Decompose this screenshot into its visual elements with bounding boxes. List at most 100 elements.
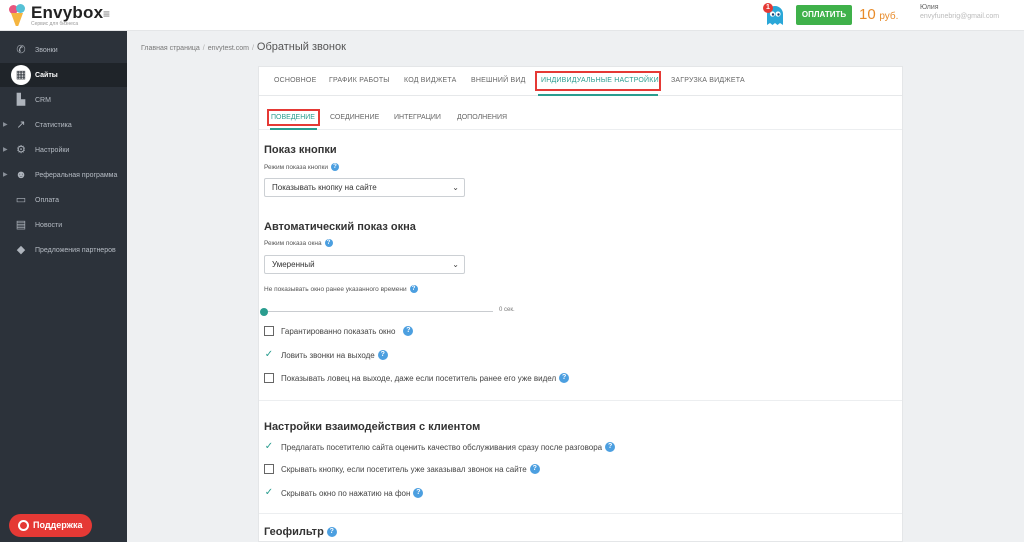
envybox-logo[interactable]: Envybox Сервис для бизнеса xyxy=(8,3,103,27)
expand-caret-icon: ▶ xyxy=(3,122,8,128)
option-catch-exit-calls[interactable]: ✓ Ловить звонки на выходе ? xyxy=(264,349,388,361)
sidebar-item-settings[interactable]: ▶ ⚙ Настройки xyxy=(0,138,127,162)
sidebar-item-label: Сайты xyxy=(35,71,58,79)
checkbox-unchecked[interactable] xyxy=(264,464,274,474)
chevron-down-icon: ⌄ xyxy=(452,260,459,269)
subtab-integrations[interactable]: ИНТЕГРАЦИИ xyxy=(394,114,441,121)
button-mode-select[interactable]: Показывать кнопку на сайте ⌄ xyxy=(264,178,465,197)
user-name: Юлия xyxy=(920,4,939,11)
pay-button[interactable]: ОПЛАТИТЬ xyxy=(796,5,852,25)
sidebar-item-calls[interactable]: ✆ Звонки xyxy=(0,38,127,62)
help-icon[interactable]: ? xyxy=(377,350,388,360)
sidebar-item-referral[interactable]: ▶ ☻ Реферальная программа xyxy=(0,163,127,187)
sidebar-item-crm[interactable]: ▙ CRM xyxy=(0,88,127,112)
help-icon[interactable]: ? xyxy=(409,285,418,293)
sidebar-item-payment[interactable]: ▭ Оплата xyxy=(0,188,127,212)
help-icon[interactable]: ? xyxy=(326,527,337,537)
section-divider xyxy=(259,400,902,401)
sidebar-item-label: Настройки xyxy=(35,146,70,154)
option-label: Скрывать окно по нажатию на фон xyxy=(281,488,411,498)
option-label: Показывать ловец на выходе, даже если по… xyxy=(281,373,557,383)
subtab-connection[interactable]: СОЕДИНЕНИЕ xyxy=(330,114,379,121)
help-icon[interactable]: ? xyxy=(529,464,540,474)
help-icon[interactable]: ? xyxy=(413,488,424,498)
tab-schedule[interactable]: ГРАФИК РАБОТЫ xyxy=(329,77,390,84)
sidebar-item-sites[interactable]: ▦ Сайты xyxy=(0,63,127,87)
help-icon[interactable]: ? xyxy=(605,442,616,452)
sidebar-item-label: Новости xyxy=(35,221,63,229)
help-icon[interactable]: ? xyxy=(559,373,570,383)
help-icon[interactable]: ? xyxy=(330,163,339,171)
option-hide-button-if-ordered[interactable]: Скрывать кнопку, если посетитель уже зак… xyxy=(264,463,540,475)
hamburger-menu-icon[interactable]: ≡ xyxy=(103,8,110,20)
option-guaranteed-show[interactable]: Гарантированно показать окно ? xyxy=(264,325,414,337)
tag-icon: ◆ xyxy=(16,244,26,256)
support-label: Поддержка xyxy=(33,520,83,530)
balance-amount: 10 xyxy=(859,6,876,23)
breadcrumb-site[interactable]: envytest.com xyxy=(208,45,249,52)
tab-main[interactable]: ОСНОВНОЕ xyxy=(274,77,316,84)
help-icon[interactable]: ? xyxy=(324,239,333,247)
gear-icon: ⚙ xyxy=(16,144,26,156)
lifebuoy-icon xyxy=(18,520,29,531)
checkmark-icon[interactable]: ✓ xyxy=(264,488,274,498)
option-label: Ловить звонки на выходе xyxy=(281,350,375,360)
card-icon: ▭ xyxy=(15,194,27,206)
ice-cream-logo-icon xyxy=(8,3,26,27)
active-subtab-indicator xyxy=(270,128,317,130)
section-title-auto-show: Автоматический показ окна xyxy=(264,221,416,233)
notification-badge: 1 xyxy=(763,3,773,13)
page-title: Обратный звонок xyxy=(256,41,346,53)
section-title-client-interaction: Настройки взаимодействия с клиентом xyxy=(264,421,481,433)
top-bar: Envybox Сервис для бизнеса ≡ 1 ОПЛАТИТЬ … xyxy=(0,0,1024,31)
button-mode-select-value: Показывать кнопку на сайте xyxy=(272,183,377,192)
tab-widget-code[interactable]: КОД ВИДЖЕТА xyxy=(404,77,456,84)
tab-widget-loading[interactable]: ЗАГРУЗКА ВИДЖЕТА xyxy=(671,77,745,84)
breadcrumb-home[interactable]: Главная страница xyxy=(141,45,200,52)
logo-tagline: Сервис для бизнеса xyxy=(31,20,79,27)
option-hide-window-on-background[interactable]: ✓ Скрывать окно по нажатию на фон ? xyxy=(264,487,424,499)
sidebar-item-partner-offers[interactable]: ◆ Предложения партнеров xyxy=(0,238,127,262)
sidebar-item-label: Предложения партнеров xyxy=(35,246,116,254)
main-tabs: ОСНОВНОЕ ГРАФИК РАБОТЫ КОД ВИДЖЕТА ВНЕШН… xyxy=(259,67,902,96)
window-mode-select[interactable]: Умеренный ⌄ xyxy=(264,255,465,274)
checkmark-icon[interactable]: ✓ xyxy=(264,442,274,452)
grid-icon: ▦ xyxy=(11,65,31,85)
option-rate-service[interactable]: ✓ Предлагать посетителю сайта оценить ка… xyxy=(264,441,616,453)
section-title-geofilter: Геофильтр ? xyxy=(264,526,337,538)
expand-caret-icon: ▶ xyxy=(3,172,8,178)
sidebar-item-label: Статистика xyxy=(35,121,72,129)
trend-icon: ↗ xyxy=(16,119,26,131)
sidebar-item-label: Оплата xyxy=(35,196,60,204)
geofilter-title-text: Геофильтр xyxy=(264,526,324,538)
settings-panel: ОСНОВНОЕ ГРАФИК РАБОТЫ КОД ВИДЖЕТА ВНЕШН… xyxy=(258,66,903,542)
tab-appearance[interactable]: ВНЕШНИЙ ВИД xyxy=(471,77,526,84)
delay-label: Не показывать окно ранее указанного врем… xyxy=(264,285,418,293)
logo-name: Envybox xyxy=(31,2,104,22)
tab-individual-settings[interactable]: ИНДИВИДУАЛЬНЫЕ НАСТРОЙКИ xyxy=(541,77,659,84)
sidebar-item-label: CRM xyxy=(35,96,51,104)
sidebar-item-statistics[interactable]: ▶ ↗ Статистика xyxy=(0,113,127,137)
active-tab-indicator xyxy=(538,94,658,96)
help-icon[interactable]: ? xyxy=(403,326,414,336)
option-show-exit-catcher-again[interactable]: Показывать ловец на выходе, даже если по… xyxy=(264,372,570,384)
news-icon: ▤ xyxy=(15,219,27,231)
people-icon: ☻ xyxy=(15,169,27,181)
expand-caret-icon: ▶ xyxy=(3,147,8,153)
checkmark-icon[interactable]: ✓ xyxy=(264,350,274,360)
sidebar: ✆ Звонки ▦ Сайты ▙ CRM ▶ ↗ Статистика ▶ … xyxy=(0,31,127,542)
sidebar-item-news[interactable]: ▤ Новости xyxy=(0,213,127,237)
support-button[interactable]: Поддержка xyxy=(9,514,92,537)
button-mode-label-text: Режим показа кнопки xyxy=(264,163,328,171)
delay-value: 0 сек. xyxy=(499,307,515,313)
checkbox-unchecked[interactable] xyxy=(264,373,274,383)
checkbox-unchecked[interactable] xyxy=(264,326,274,336)
option-label: Скрывать кнопку, если посетитель уже зак… xyxy=(281,464,527,474)
sidebar-item-label: Звонки xyxy=(35,46,58,54)
user-menu[interactable]: Юлия envyfunebrig@gmail.com xyxy=(920,4,999,20)
subtab-behavior[interactable]: ПОВЕДЕНИЕ xyxy=(271,114,315,121)
subtab-addons[interactable]: ДОПОЛНЕНИЯ xyxy=(457,114,507,121)
user-email: envyfunebrig@gmail.com xyxy=(920,13,1000,20)
delay-slider-track[interactable] xyxy=(264,311,493,312)
delay-slider-handle[interactable] xyxy=(260,308,268,316)
